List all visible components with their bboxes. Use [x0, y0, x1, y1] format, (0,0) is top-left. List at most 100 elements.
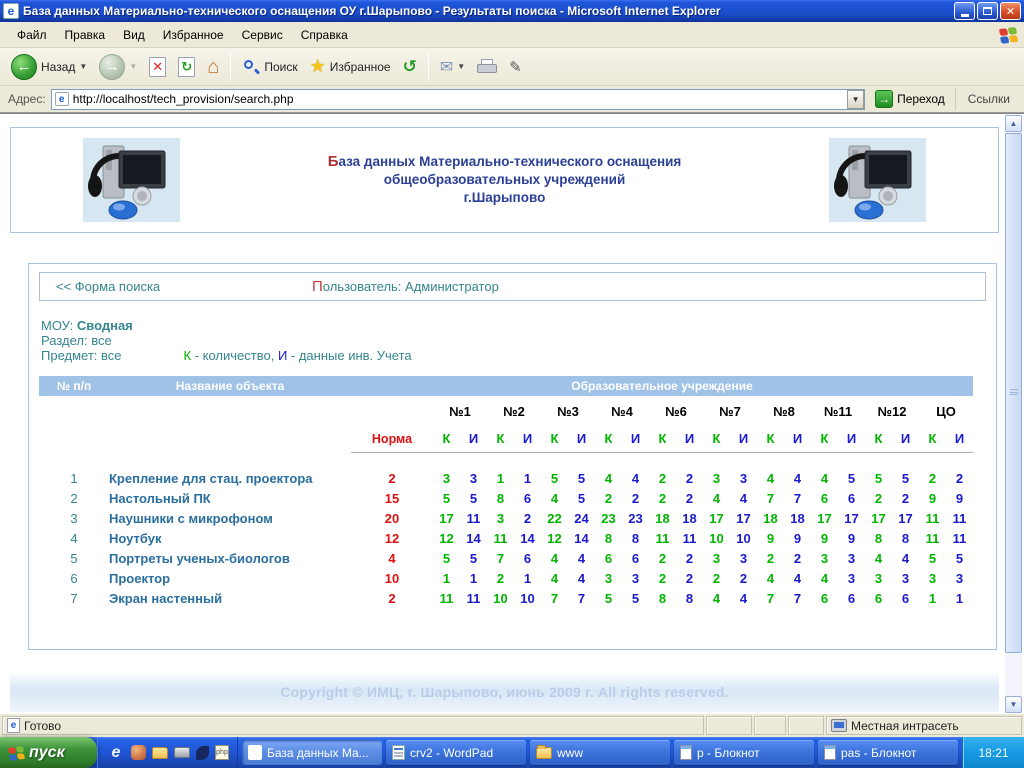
i-value: 2: [676, 488, 703, 508]
scroll-up-icon[interactable]: ▲: [1005, 115, 1022, 132]
i-value: 9: [838, 528, 865, 548]
refresh-button[interactable]: ↻: [173, 55, 200, 79]
i-value: 7: [568, 588, 595, 608]
menu-view[interactable]: Вид: [114, 25, 154, 45]
folder-quicklaunch-icon[interactable]: [152, 747, 168, 759]
menu-edit[interactable]: Правка: [56, 25, 115, 45]
filter-mou: МОУ: Сводная: [41, 318, 996, 333]
k-value: 7: [487, 548, 514, 568]
address-input[interactable]: [73, 91, 847, 108]
k-value: 11: [919, 528, 946, 548]
i-value: 2: [676, 468, 703, 488]
menu-file[interactable]: Файл: [8, 25, 56, 45]
k-value: 6: [595, 548, 622, 568]
row-number: 6: [39, 568, 109, 588]
i-value: 4: [568, 548, 595, 568]
home-button[interactable]: ⌂: [202, 56, 224, 78]
norma-value: 2: [351, 588, 433, 608]
edit-button[interactable]: ✎: [504, 56, 527, 78]
norma-value: 2: [351, 468, 433, 488]
clock[interactable]: 18:21: [978, 746, 1008, 760]
k-value: 3: [865, 568, 892, 588]
back-dropdown-icon[interactable]: ▼: [79, 62, 87, 71]
taskbar-task-button[interactable]: pas - Блокнот: [818, 740, 958, 765]
mail-dropdown-icon[interactable]: ▼: [457, 62, 465, 71]
k-header: К: [919, 426, 946, 452]
restore-button[interactable]: [977, 2, 998, 20]
go-button[interactable]: → Переход: [870, 89, 950, 109]
taskbar-task-button[interactable]: База данных Ма...: [242, 740, 382, 765]
php-editor-icon[interactable]: php: [215, 745, 229, 760]
i-value: 18: [676, 508, 703, 528]
mail-button[interactable]: ✉ ▼: [435, 55, 470, 79]
vertical-scrollbar[interactable]: ▲ ▼: [1005, 115, 1022, 713]
drive-icon[interactable]: [174, 747, 190, 758]
taskbar-task-button[interactable]: crv2 - WordPad: [386, 740, 526, 765]
k-value: 22: [541, 508, 568, 528]
k-header: К: [703, 426, 730, 452]
print-button[interactable]: [472, 57, 502, 77]
i-value: 5: [838, 468, 865, 488]
k-value: 6: [811, 588, 838, 608]
i-value: 2: [622, 488, 649, 508]
menu-help[interactable]: Справка: [292, 25, 357, 45]
menu-favorites[interactable]: Избранное: [154, 25, 233, 45]
search-form-link[interactable]: << Форма поиска: [40, 279, 160, 294]
k-value: 7: [757, 588, 784, 608]
address-dropdown-icon[interactable]: ▼: [847, 90, 864, 109]
forward-button[interactable]: → ▼: [94, 52, 142, 82]
msn-icon[interactable]: [196, 746, 209, 760]
menu-tools[interactable]: Сервис: [233, 25, 292, 45]
taskbar-task-button[interactable]: www: [530, 740, 670, 765]
taskbar-task-button[interactable]: p - Блокнот: [674, 740, 814, 765]
scrollbar-thumb[interactable]: [1005, 133, 1022, 653]
minimize-button[interactable]: [954, 2, 975, 20]
media-player-icon[interactable]: [131, 745, 146, 760]
i-value: 5: [460, 548, 487, 568]
window-title: База данных Материально-технического осн…: [23, 4, 954, 18]
norma-value: 10: [351, 568, 433, 588]
col-header-num: № п/п: [39, 376, 109, 396]
i-value: 14: [460, 528, 487, 548]
ie-quicklaunch-icon[interactable]: e: [107, 744, 125, 762]
start-button[interactable]: пуск: [0, 737, 97, 768]
toolbar-separator: [428, 53, 429, 81]
k-value: 9: [757, 528, 784, 548]
i-value: 4: [784, 468, 811, 488]
go-arrow-icon: →: [875, 90, 893, 108]
i-value: 6: [892, 588, 919, 608]
i-header: И: [838, 426, 865, 452]
norma-value: 12: [351, 528, 433, 548]
i-value: 9: [784, 528, 811, 548]
history-button[interactable]: ↺: [398, 55, 422, 79]
scroll-down-icon[interactable]: ▼: [1005, 696, 1022, 713]
i-value: 5: [568, 468, 595, 488]
row-number: 4: [39, 528, 109, 548]
links-label[interactable]: Ссылки: [955, 88, 1020, 110]
spacer-row: [39, 452, 973, 468]
i-value: 7: [784, 588, 811, 608]
i-value: 10: [514, 588, 541, 608]
back-button[interactable]: ← Назад ▼: [6, 52, 92, 82]
wordpad-task-icon: [392, 745, 405, 760]
task-label: www: [557, 746, 583, 760]
i-value: 3: [892, 568, 919, 588]
i-value: 11: [676, 528, 703, 548]
close-button[interactable]: ✕: [1000, 2, 1021, 20]
i-value: 4: [730, 588, 757, 608]
back-label: Назад: [41, 60, 75, 74]
copyright-text: Copyright © ИМЦ, г. Шарыпово, июнь 2009 …: [280, 684, 728, 700]
computer-graphic-right: [829, 138, 926, 222]
site-title-initial: Б: [328, 153, 339, 170]
stop-button[interactable]: ✕: [144, 55, 171, 79]
i-value: 5: [946, 548, 973, 568]
object-name: Наушники с микрофоном: [109, 508, 351, 528]
i-value: 5: [568, 488, 595, 508]
k-value: 12: [433, 528, 460, 548]
favorites-button[interactable]: ★ Избранное: [305, 54, 396, 79]
i-header: И: [514, 426, 541, 452]
search-button[interactable]: Поиск: [237, 56, 302, 78]
k-value: 17: [811, 508, 838, 528]
k-value: 8: [649, 588, 676, 608]
school-label: №1: [433, 396, 487, 426]
